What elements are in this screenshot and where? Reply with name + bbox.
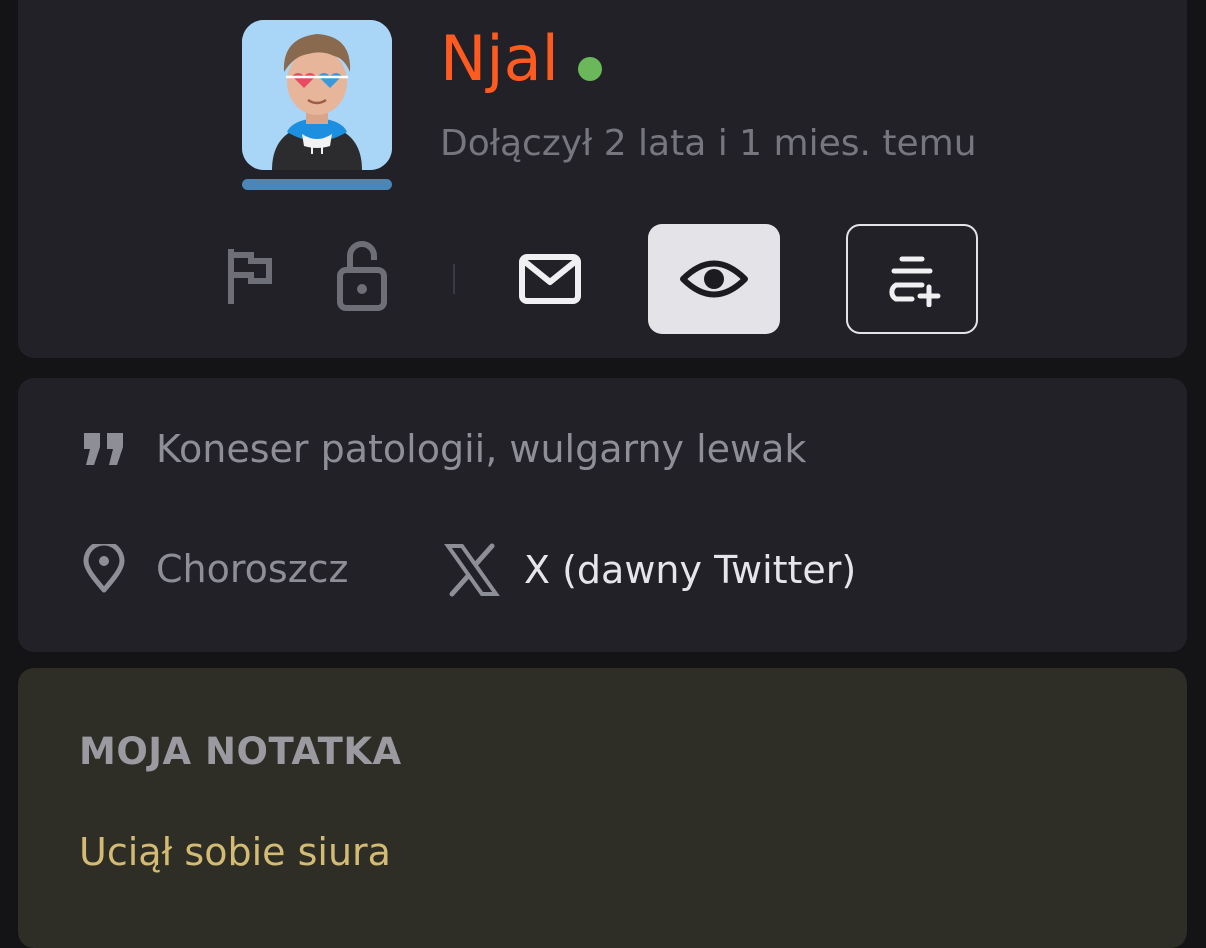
location-row: Choroszcz — [82, 544, 349, 594]
description-row: Koneser patologii, wulgarny lewak — [82, 430, 806, 468]
note-card[interactable]: MOJA NOTATKA Uciął sobie siura — [18, 668, 1187, 948]
actions-divider — [453, 264, 455, 294]
profile-card: Njal Dołączył 2 lata i 1 mies. temu — [18, 0, 1187, 358]
social-link-row[interactable]: X (dawny Twitter) — [444, 542, 856, 598]
block-button[interactable] — [330, 240, 394, 312]
eye-icon — [680, 260, 748, 298]
online-status-dot — [578, 57, 602, 81]
avatar-rank-bar — [242, 179, 392, 190]
joined-date: Dołączył 2 lata i 1 mies. temu — [440, 123, 977, 164]
envelope-icon — [519, 254, 581, 304]
x-logo-icon — [444, 543, 500, 597]
report-button[interactable] — [218, 244, 282, 308]
memoji-avatar-icon — [242, 20, 392, 170]
flag-icon — [228, 249, 272, 304]
avatar[interactable] — [242, 20, 392, 170]
username[interactable]: Njal — [440, 28, 559, 90]
observe-button[interactable] — [648, 224, 780, 334]
profile-description: Koneser patologii, wulgarny lewak — [156, 427, 807, 471]
stack-plus-icon — [889, 256, 941, 307]
map-pin-icon — [83, 544, 125, 593]
note-heading: MOJA NOTATKA — [79, 730, 402, 773]
location-text: Choroszcz — [156, 547, 349, 591]
note-text[interactable]: Uciął sobie siura — [79, 830, 391, 874]
profile-info-card: Koneser patologii, wulgarny lewak Choros… — [18, 378, 1187, 652]
add-to-list-button[interactable] — [846, 224, 978, 334]
unlocked-padlock-icon — [337, 241, 387, 311]
quote-icon — [84, 433, 123, 465]
social-link-label[interactable]: X (dawny Twitter) — [524, 551, 856, 589]
message-button[interactable] — [514, 246, 586, 312]
